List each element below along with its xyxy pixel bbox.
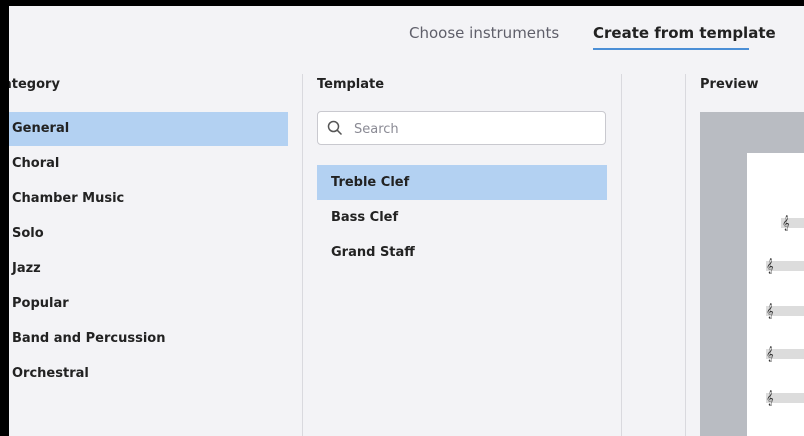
template-item-bass-clef[interactable]: Bass Clef <box>317 200 607 235</box>
new-score-dialog: Choose instruments Create from template … <box>9 6 804 436</box>
treble-clef-icon: 𝄞 <box>766 347 774 362</box>
column-divider <box>621 74 622 436</box>
treble-clef-icon: 𝄞 <box>766 391 774 406</box>
tab-choose-instruments[interactable]: Choose instruments <box>409 24 559 42</box>
template-item-grand-staff[interactable]: Grand Staff <box>317 235 607 270</box>
category-header: ategory <box>9 77 60 92</box>
category-item-band-and-percussion[interactable]: Band and Percussion <box>9 322 288 356</box>
treble-clef-icon: 𝄞 <box>766 259 774 274</box>
column-divider <box>685 74 686 436</box>
column-divider <box>302 74 303 436</box>
category-item-orchestral[interactable]: Orchestral <box>9 357 288 391</box>
template-item-treble-clef[interactable]: Treble Clef <box>317 165 607 200</box>
tab-create-from-template[interactable]: Create from template <box>593 24 776 42</box>
category-item-general[interactable]: General <box>9 112 288 146</box>
search-icon <box>327 120 343 136</box>
category-item-solo[interactable]: Solo <box>9 217 288 251</box>
category-item-jazz[interactable]: Jazz <box>9 252 288 286</box>
treble-clef-icon: 𝄞 <box>766 304 774 319</box>
category-item-popular[interactable]: Popular <box>9 287 288 321</box>
template-header: Template <box>317 77 385 92</box>
template-search[interactable] <box>317 111 606 145</box>
treble-clef-icon: 𝄞 <box>782 216 790 231</box>
search-input[interactable] <box>352 118 596 140</box>
category-item-chamber-music[interactable]: Chamber Music <box>9 182 288 216</box>
active-tab-indicator <box>593 48 749 50</box>
category-item-choral[interactable]: Choral <box>9 147 288 181</box>
preview-header: Preview <box>700 77 759 92</box>
